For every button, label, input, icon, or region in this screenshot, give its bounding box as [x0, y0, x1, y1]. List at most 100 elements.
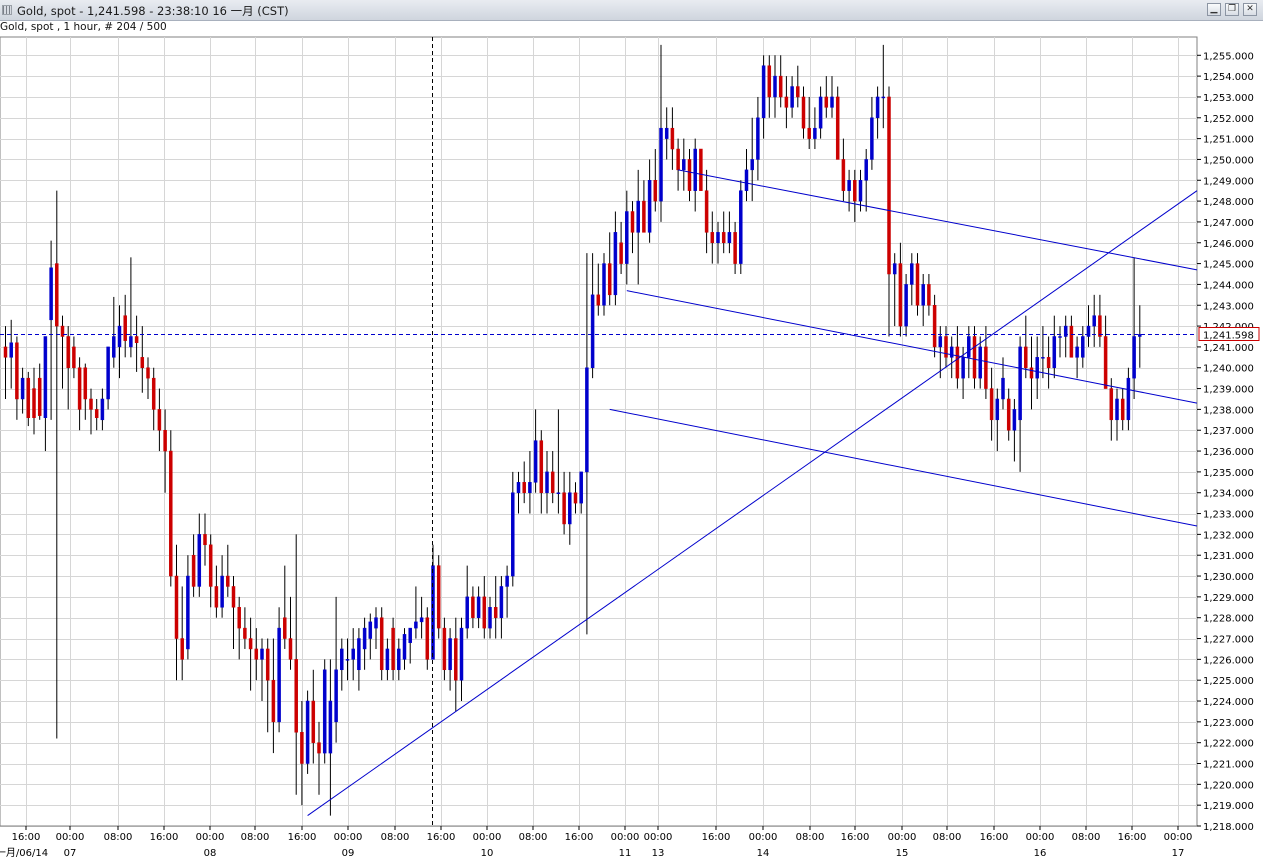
candle-body	[932, 305, 937, 348]
candle-body	[511, 492, 515, 577]
x-hour-label: 08:00	[796, 832, 825, 843]
candle-body	[163, 429, 167, 452]
candle-body	[607, 263, 612, 296]
candle-body	[49, 267, 53, 321]
candle-body	[733, 232, 737, 264]
y-tick-label: 1,236.000	[1203, 447, 1254, 458]
candle-body	[186, 575, 190, 650]
candle-body	[43, 336, 48, 418]
x-hour-label: 00:00	[334, 832, 363, 843]
candle-body	[322, 669, 327, 754]
x-hour-label: 00:00	[1164, 832, 1193, 843]
candle-body	[1126, 377, 1131, 421]
candle-body	[1024, 346, 1028, 368]
candle-body	[915, 263, 920, 306]
y-tick-label: 1,227.000	[1203, 635, 1254, 646]
candle-body	[807, 127, 811, 139]
candle-body	[300, 732, 304, 764]
candle-body	[89, 398, 93, 410]
x-hour-label: 08:00	[104, 832, 133, 843]
candle-body	[334, 669, 338, 723]
candle-body	[887, 96, 891, 275]
candle-body	[208, 544, 213, 587]
candle-body	[602, 263, 606, 306]
y-tick-label: 1,231.000	[1203, 551, 1254, 562]
candle-body	[927, 284, 931, 306]
candle-body	[83, 367, 88, 400]
candle-body	[465, 596, 469, 629]
candlestick-chart[interactable]: 1,218.000 1,219.000 1,220.000 1,221.000 1,22…	[0, 0, 1263, 863]
candle-body	[117, 325, 122, 348]
candle-body	[550, 471, 555, 493]
candle	[835, 86, 840, 160]
candle-body	[493, 607, 498, 618]
candle-body	[1006, 398, 1011, 431]
candle-body	[26, 377, 31, 418]
candle-body	[761, 65, 766, 119]
candle-body	[1041, 357, 1045, 359]
y-tick-label: 1,221.000	[1203, 760, 1254, 771]
y-tick-label: 1,225.000	[1203, 676, 1254, 687]
candle	[436, 555, 441, 639]
y-tick-label: 1,223.000	[1203, 718, 1254, 729]
current-price-tag: 1,241.598	[1198, 327, 1260, 342]
candle-body	[425, 617, 430, 660]
candle-body	[397, 648, 401, 671]
candle-body	[265, 648, 270, 681]
x-hour-label: 08:00	[381, 832, 410, 843]
y-tick-label: 1,252.000	[1203, 114, 1254, 125]
candle-body	[1012, 409, 1017, 431]
candle	[305, 690, 310, 774]
candle-body	[214, 586, 219, 608]
x-hour-label: 16:00	[1118, 832, 1147, 843]
candle-body	[790, 86, 794, 108]
candle-body	[482, 596, 487, 629]
y-tick-label: 1,251.000	[1203, 135, 1254, 146]
candle-body	[653, 180, 658, 202]
y-tick-label: 1,239.000	[1203, 385, 1254, 396]
candle-body	[533, 440, 538, 483]
candle-body	[545, 471, 549, 493]
candle-body	[1103, 336, 1108, 389]
candle-body	[129, 336, 133, 348]
candle-body	[892, 263, 897, 275]
candle-body	[231, 586, 236, 608]
candle-body	[1018, 346, 1022, 421]
candle	[699, 148, 703, 191]
x-hour-label: 00:00	[56, 832, 85, 843]
y-tick-label: 1,232.000	[1203, 530, 1254, 541]
candle-body	[841, 159, 846, 191]
candle-body	[134, 336, 139, 343]
candle-body	[830, 96, 834, 108]
candle-body	[448, 638, 452, 671]
y-tick-label: 1,250.000	[1203, 155, 1254, 166]
y-tick-label: 1,255.000	[1203, 51, 1254, 62]
candle-body	[419, 617, 424, 623]
y-tick-label: 1,219.000	[1203, 801, 1254, 812]
candle-body	[1046, 357, 1051, 368]
time-axis[interactable]: 16:00 00:00 08:00 16:00 00:00 08:00 16:00 00:00…	[0, 825, 1197, 859]
candle-body	[459, 627, 464, 681]
candle-body	[659, 127, 663, 202]
candle-body	[408, 627, 412, 643]
candle-body	[961, 357, 965, 379]
candle-body	[151, 377, 156, 410]
candle-body	[824, 96, 829, 108]
candle-body	[345, 659, 350, 661]
candle-body	[1052, 336, 1057, 368]
x-date-label: 一月/06/14	[0, 847, 48, 859]
candle-body	[146, 367, 150, 379]
candle-body	[585, 367, 589, 473]
candle-body	[636, 200, 640, 233]
candle-body	[414, 621, 418, 629]
x-hour-label: 08:00	[1072, 832, 1101, 843]
y-tick-label: 1,234.000	[1203, 489, 1254, 500]
candle-body	[813, 127, 817, 139]
candle-body	[949, 346, 954, 358]
candle-body	[385, 648, 390, 671]
candle-body	[938, 336, 943, 348]
candle-body	[77, 367, 82, 410]
price-axis[interactable]: 1,218.000 1,219.000 1,220.000 1,221.000 1,22…	[1197, 51, 1260, 833]
x-hour-label: 16:00	[12, 832, 41, 843]
candle-body	[881, 96, 886, 99]
